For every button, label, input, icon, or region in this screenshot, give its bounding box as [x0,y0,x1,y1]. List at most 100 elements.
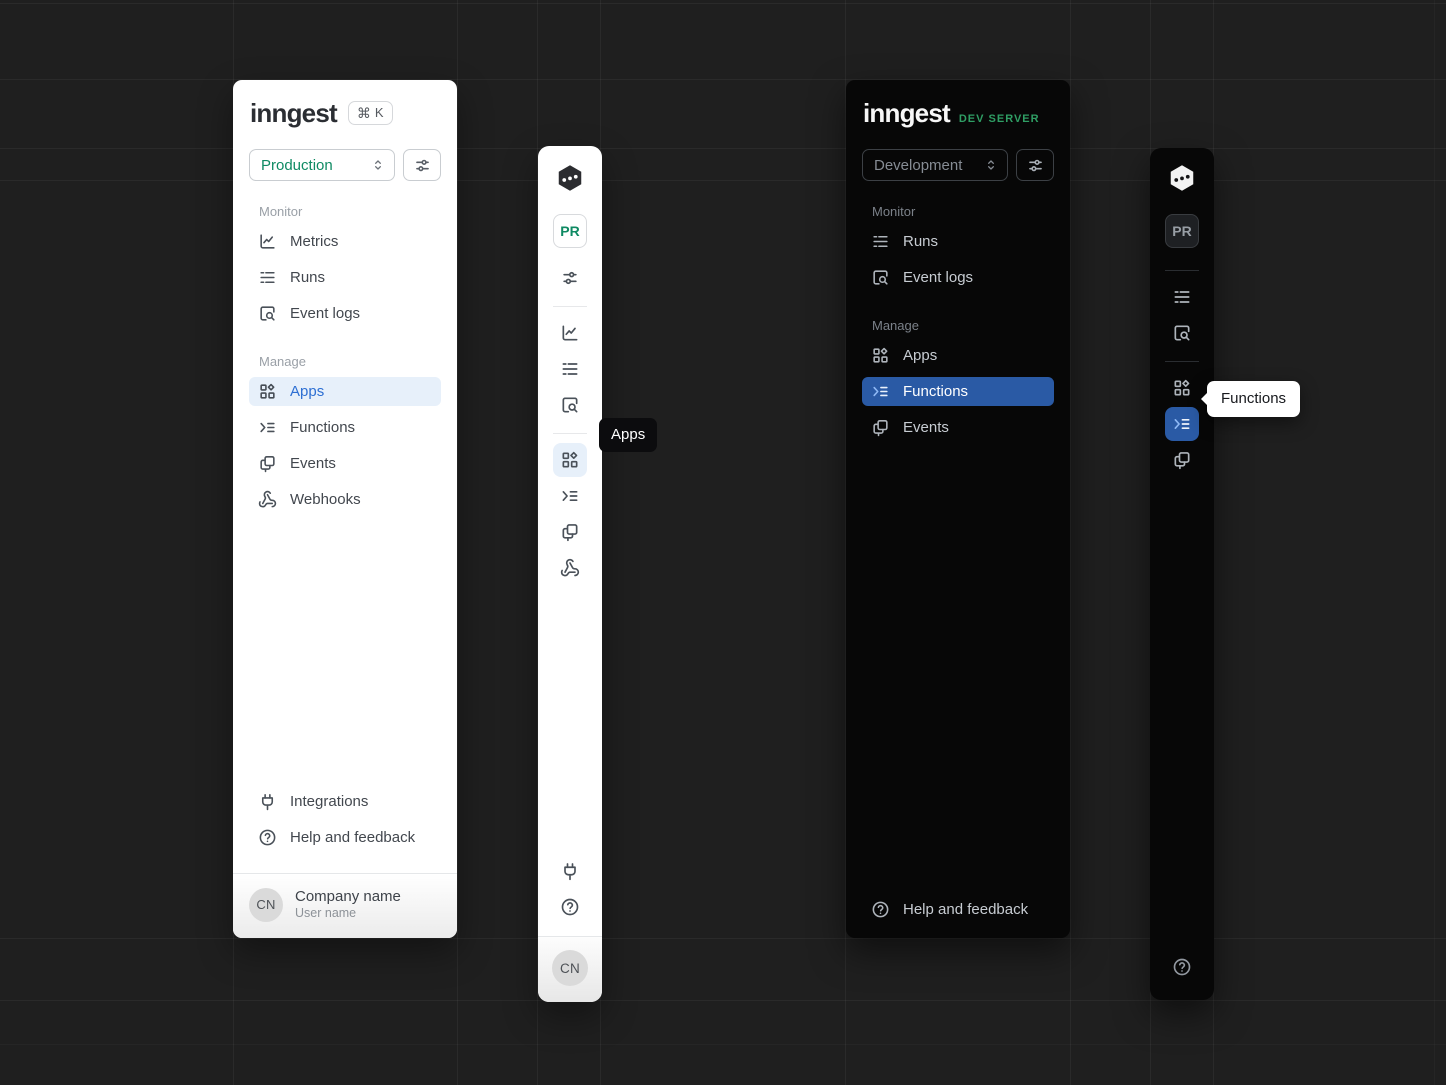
sidebar-item-event-logs[interactable] [1165,316,1199,350]
runs-icon [1172,287,1192,307]
sidebar-item-webhooks[interactable]: Webhooks [249,485,441,514]
sidebar-dark-collapsed: PR [1150,148,1214,1000]
sidebar-item-runs[interactable]: Runs [862,227,1054,256]
webhooks-icon [258,490,277,509]
grid-line [457,0,458,1085]
divider [553,433,587,434]
sidebar-item-runs[interactable]: Runs [249,263,441,292]
environment-badge[interactable]: PR [553,214,587,248]
tooltip-functions: Functions [1207,381,1300,417]
apps-icon [1172,378,1192,398]
divider [1165,361,1199,362]
sidebar-item-runs[interactable] [1165,280,1199,314]
item-label: Functions [290,419,355,436]
sidebar-item-events[interactable]: Events [249,449,441,478]
sidebar-item-event-logs[interactable]: Event logs [249,299,441,328]
environment-row: Production [249,149,441,181]
environment-select[interactable]: Production [249,149,395,181]
sidebar-item-apps[interactable] [1165,371,1199,405]
chevrons-up-down-icon [370,157,386,173]
sidebar-item-help[interactable] [553,890,587,924]
item-label: Integrations [290,793,368,810]
sidebar-item-runs[interactable] [553,352,587,386]
sidebar-item-help[interactable]: Help and feedback [862,895,1054,924]
sidebar-item-events[interactable] [1165,443,1199,477]
filter-button[interactable] [1016,149,1054,181]
sidebar-item-apps[interactable]: Apps [862,341,1054,370]
item-label: Apps [290,383,324,400]
inngest-logo: inngest [863,100,950,126]
grid-line [1434,0,1435,1085]
sidebar-item-metrics[interactable] [553,316,587,350]
runs-icon [871,232,890,251]
runs-icon [560,359,580,379]
event-logs-icon [560,395,580,415]
sidebar-item-help[interactable]: Help and feedback [249,823,441,852]
sidebar-item-apps[interactable]: Apps [249,377,441,406]
inngest-logo-icon[interactable] [1167,163,1197,193]
sidebar-light-collapsed: PR C [538,146,602,1002]
environment-badge[interactable]: PR [1165,214,1199,248]
sidebar-item-functions[interactable] [553,479,587,513]
sidebar-item-functions[interactable]: Functions [249,413,441,442]
item-label: Runs [903,233,938,250]
tooltip-apps: Apps [599,418,657,452]
item-label: Functions [903,383,968,400]
grid-line [0,3,1446,4]
sliders-icon [1026,156,1045,175]
sidebar-item-help[interactable] [1165,950,1199,984]
sidebar-item-integrations[interactable]: Integrations [249,787,441,816]
sidebar-dark-expanded: inngest DEV SERVER Development Monitor R… [846,80,1070,938]
item-label: Webhooks [290,491,361,508]
sidebar-item-events[interactable] [553,515,587,549]
canvas: inngest ⌘ K Production Monitor Metrics R… [0,0,1446,1085]
section-label-manage: Manage [872,318,1054,333]
metrics-icon [258,232,277,251]
sidebar-item-event-logs[interactable] [553,388,587,422]
grid-line [0,180,1446,181]
event-logs-icon [871,268,890,287]
command-k-shortcut[interactable]: ⌘ K [348,101,393,126]
functions-icon [871,382,890,401]
logo-row: inngest DEV SERVER [863,100,1054,126]
user-name: User name [295,906,401,922]
functions-icon [560,486,580,506]
sidebar-item-integrations[interactable] [553,854,587,888]
sidebar-item-apps[interactable] [553,443,587,477]
spacer [249,521,441,787]
item-label: Help and feedback [903,901,1028,918]
sidebar-item-event-logs[interactable]: Event logs [862,263,1054,292]
event-logs-icon [258,304,277,323]
sidebar-item-functions[interactable] [1165,407,1199,441]
events-icon [1172,450,1192,470]
grid-line [0,938,1446,939]
environment-value: Production [261,157,333,174]
event-logs-icon [1172,323,1192,343]
sidebar-item-webhooks[interactable] [553,551,587,585]
command-icon: ⌘ [357,105,371,122]
filter-button[interactable] [553,261,587,295]
filter-button[interactable] [403,149,441,181]
item-label: Event logs [903,269,973,286]
item-label: Metrics [290,233,338,250]
account-menu[interactable]: CN Company name User name [233,873,457,938]
sidebar-item-functions[interactable]: Functions [862,377,1054,406]
account-menu[interactable]: CN [538,936,602,1002]
account-text: Company name User name [295,888,401,922]
sidebar-item-events[interactable]: Events [862,413,1054,442]
functions-icon [1172,414,1192,434]
sidebar-item-metrics[interactable]: Metrics [249,227,441,256]
inngest-logo-icon[interactable] [555,163,585,193]
item-label: Event logs [290,305,360,322]
spacer [862,449,1054,895]
shortcut-key: K [375,105,384,121]
sliders-icon [560,268,580,288]
divider [1165,270,1199,271]
help-icon [258,828,277,847]
chevrons-up-down-icon [983,157,999,173]
help-icon [1172,957,1192,977]
company-name: Company name [295,888,401,907]
environment-select[interactable]: Development [862,149,1008,181]
events-icon [871,418,890,437]
inngest-logo: inngest [250,100,337,126]
